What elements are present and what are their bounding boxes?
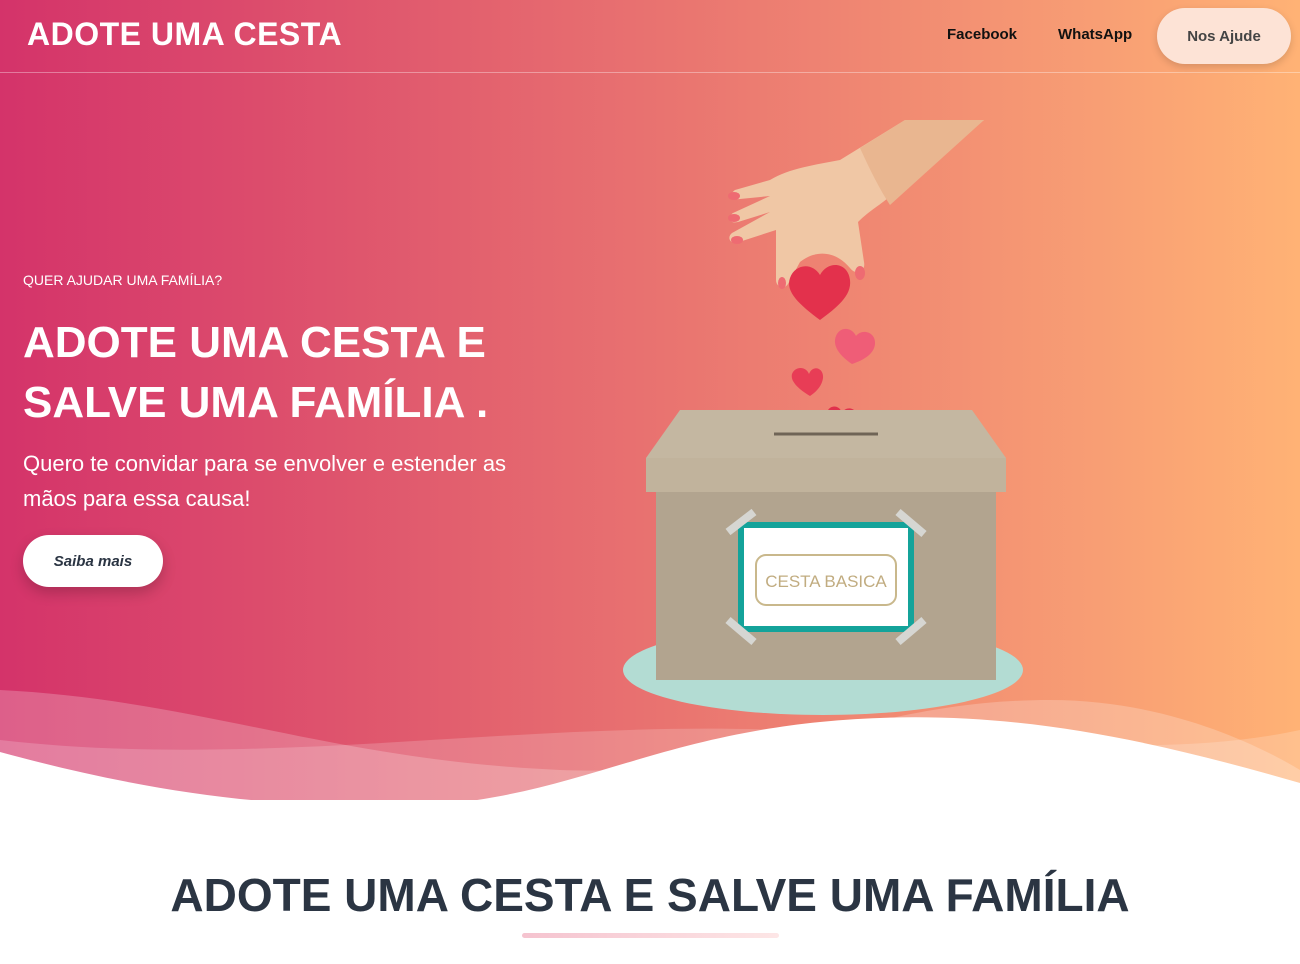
- heart-icon: [834, 328, 876, 364]
- donation-box-illustration: CESTA BASICA: [623, 120, 1023, 715]
- hero-section: ADOTE UMA CESTA Facebook WhatsApp Nos Aj…: [0, 0, 1300, 820]
- heart-icon: [789, 264, 851, 320]
- brand-logo[interactable]: ADOTE UMA CESTA: [27, 16, 342, 53]
- navbar: ADOTE UMA CESTA Facebook WhatsApp Nos Aj…: [0, 0, 1300, 73]
- section-title: ADOTE UMA CESTA E SALVE UMA FAMÍLIA: [170, 869, 1130, 921]
- nav-link-whatsapp[interactable]: WhatsApp: [1058, 26, 1132, 43]
- hero-wave-divider: [0, 690, 1300, 820]
- hero-eyebrow: QUER AJUDAR UMA FAMÍLIA?: [23, 272, 223, 288]
- title-underline: [522, 933, 779, 938]
- heart-icon: [791, 368, 824, 396]
- hero-lead: Quero te convidar para se envolver e est…: [23, 451, 507, 511]
- box-label: CESTA BASICA: [765, 572, 887, 591]
- hero-headline: ADOTE UMA CESTA E SALVE UMA FAMÍLIA .: [23, 318, 489, 427]
- nav-link-facebook[interactable]: Facebook: [947, 26, 1017, 43]
- learn-more-button[interactable]: Saiba mais: [23, 535, 163, 587]
- hand-icon: [728, 120, 984, 289]
- help-button[interactable]: Nos Ajude: [1157, 8, 1291, 64]
